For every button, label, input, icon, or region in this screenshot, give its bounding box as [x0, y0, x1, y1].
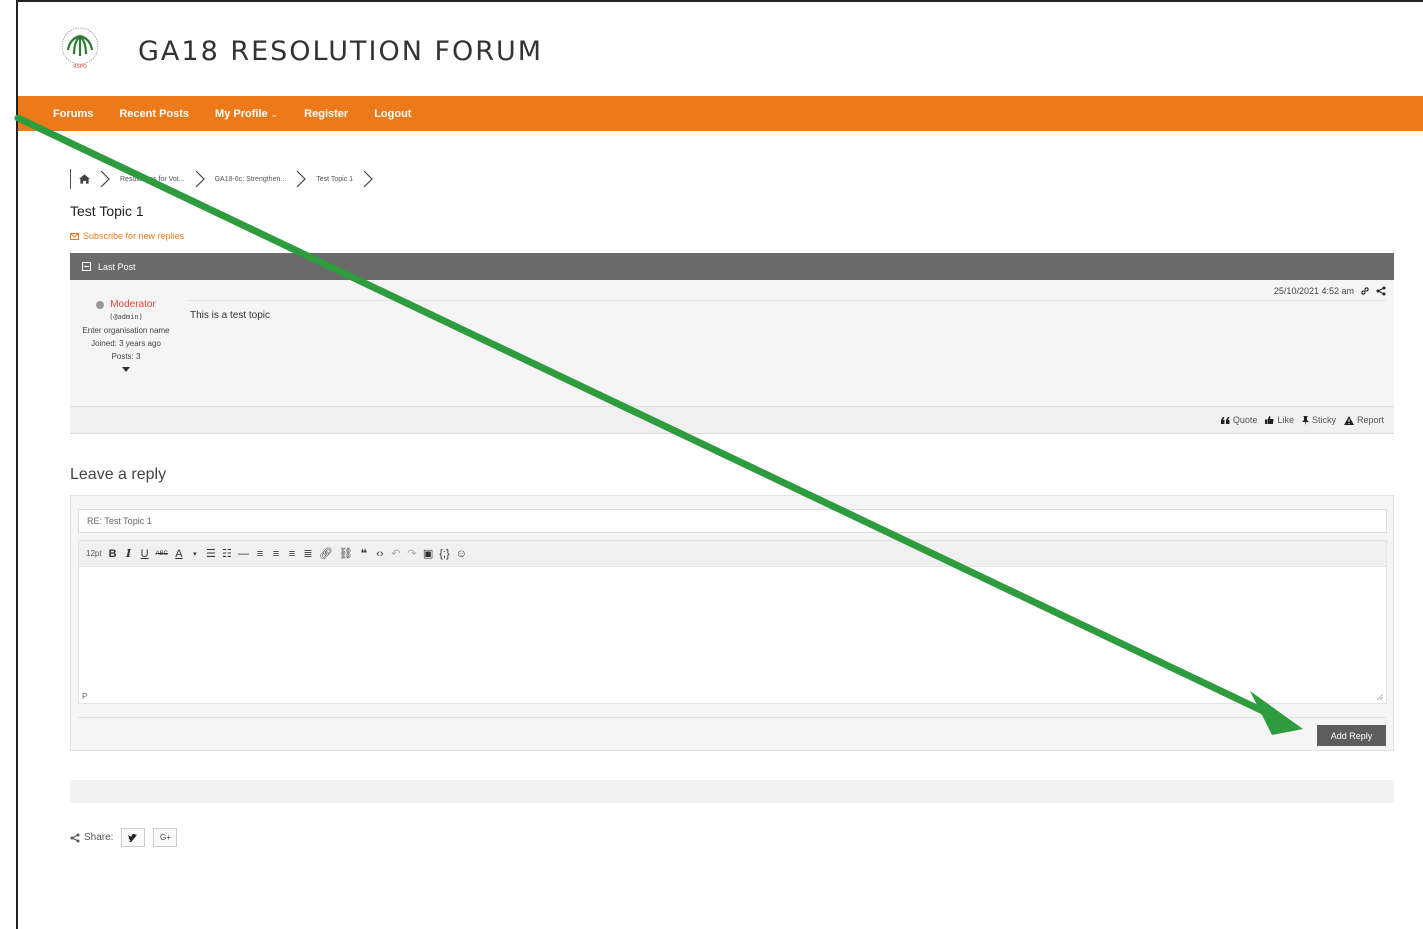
reply-subject-input[interactable]: [78, 509, 1387, 533]
paste-icon[interactable]: ▣: [423, 546, 433, 562]
author-handle: (@admin): [109, 313, 143, 321]
author-name[interactable]: Moderator: [70, 298, 182, 311]
emoji-icon[interactable]: ☺: [456, 546, 467, 562]
nav-item-logout[interactable]: Logout: [374, 108, 411, 120]
link-icon[interactable]: [1360, 286, 1370, 296]
rspo-palm-logo-icon[interactable]: RSPO: [60, 26, 100, 72]
align-center-icon[interactable]: ≡: [271, 546, 281, 562]
breadcrumb-item[interactable]: GA18-6c: Strengthen...: [215, 176, 287, 183]
site-header: RSPO GA18 RESOLUTION FORUM: [18, 2, 1423, 95]
reply-editor[interactable]: P: [78, 566, 1387, 704]
chevron-right-icon: [195, 170, 205, 188]
divider: [78, 717, 1386, 718]
author-org: Enter organisation name: [82, 326, 170, 335]
topic-title: Test Topic 1: [70, 203, 144, 219]
post-header: Last Post: [70, 253, 1394, 280]
footer-strip: [70, 780, 1394, 803]
editor-status: P: [82, 692, 88, 701]
undo-icon[interactable]: ↶: [391, 546, 401, 562]
report-button[interactable]: Report: [1343, 415, 1384, 425]
share-bar: Share: G+: [70, 828, 185, 847]
breadcrumb: Resolutions for Vot... GA18-6c: Strength…: [70, 169, 383, 189]
bold-icon[interactable]: B: [108, 546, 118, 562]
resize-grip-icon[interactable]: [1377, 694, 1383, 700]
unlink-icon[interactable]: ⛓︎: [339, 546, 353, 562]
nav-item-forums[interactable]: Forums: [53, 108, 93, 120]
home-icon[interactable]: [79, 174, 90, 184]
post-date: 25/10/2021 4:52 am: [1274, 286, 1386, 296]
post: 25/10/2021 4:52 am Moderator (@admin) En…: [70, 280, 1394, 406]
divider: [188, 300, 1386, 301]
post-actions: Quote Like Sticky Report: [70, 406, 1394, 434]
blockquote-icon[interactable]: ❝: [359, 546, 369, 562]
align-justify-icon[interactable]: ≣: [303, 546, 313, 562]
quote-button[interactable]: Quote: [1220, 415, 1257, 425]
link-icon[interactable]: 🔗︎: [319, 546, 333, 562]
chevron-down-icon[interactable]: ▾: [190, 546, 200, 562]
bullet-list-icon[interactable]: ☰: [206, 546, 216, 562]
code-icon[interactable]: ‹›: [375, 546, 385, 562]
twitter-share-button[interactable]: [121, 828, 146, 847]
status-dot: [96, 300, 105, 309]
chevron-right-icon: [296, 170, 307, 188]
subscribe-link[interactable]: Subscribe for new replies: [70, 231, 184, 241]
horizontal-rule-icon[interactable]: —: [238, 546, 249, 562]
collapse-icon[interactable]: [82, 262, 91, 271]
chevron-down-icon: ⌄: [270, 108, 279, 119]
breadcrumb-item[interactable]: Resolutions for Vot...: [120, 176, 185, 183]
envelope-icon: [70, 232, 79, 240]
sticky-button[interactable]: Sticky: [1301, 415, 1336, 425]
like-button[interactable]: Like: [1265, 415, 1294, 425]
chevron-right-icon: [100, 170, 110, 188]
warning-icon: [1343, 415, 1354, 425]
subscribe-label: Subscribe for new replies: [83, 231, 185, 241]
post-content: This is a test topic: [190, 310, 271, 321]
post-author: Moderator (@admin) Enter organisation na…: [70, 298, 182, 372]
share-icon: [70, 833, 80, 842]
thumbs-up-icon: [1265, 416, 1274, 424]
chevron-right-icon: [363, 170, 373, 188]
main-nav: Forums Recent Posts My Profile ⌄ Register…: [18, 96, 1423, 131]
breadcrumb-item[interactable]: Test Topic 1: [316, 176, 353, 183]
share-label: Share:: [84, 832, 114, 843]
author-posts: Posts: 3: [111, 352, 141, 361]
numbered-list-icon[interactable]: ☷: [222, 546, 232, 562]
nav-item-register[interactable]: Register: [304, 108, 348, 120]
quote-icon: [1220, 416, 1230, 424]
author-joined: Joined: 3 years ago: [91, 339, 161, 348]
reply-title: Leave a reply: [70, 466, 167, 483]
svg-text:RSPO: RSPO: [73, 64, 87, 70]
editor-toolbar: 12pt B I U ABC A ▾ ☰ ☷ — ≡ ≡ ≡ ≣ 🔗︎ ⛓︎ ❝…: [78, 540, 1387, 566]
underline-icon[interactable]: U: [140, 546, 150, 562]
text-color-icon[interactable]: A: [174, 546, 184, 562]
font-size-select[interactable]: 12pt: [86, 546, 102, 562]
google-plus-share-button[interactable]: G+: [153, 828, 178, 847]
browser-frame: RSPO GA18 RESOLUTION FORUM Forums Recent…: [16, 0, 1423, 929]
share-icon[interactable]: [1376, 286, 1386, 296]
code-sample-icon[interactable]: {;}: [439, 546, 449, 562]
pin-icon: [1301, 415, 1309, 425]
add-reply-button[interactable]: Add Reply: [1317, 725, 1386, 746]
google-plus-icon: G+: [160, 833, 171, 842]
strikethrough-icon[interactable]: ABC: [156, 546, 168, 562]
nav-item-recent-posts[interactable]: Recent Posts: [119, 108, 189, 120]
twitter-icon: [128, 833, 138, 842]
align-left-icon[interactable]: ≡: [255, 546, 265, 562]
align-right-icon[interactable]: ≡: [287, 546, 297, 562]
caret-down-icon[interactable]: [122, 367, 130, 372]
site-title[interactable]: GA18 RESOLUTION FORUM: [138, 36, 543, 67]
redo-icon[interactable]: ↷: [407, 546, 417, 562]
nav-item-my-profile[interactable]: My Profile ⌄: [215, 108, 278, 120]
post-date-label: 25/10/2021 4:52 am: [1273, 286, 1354, 296]
post-header-label: Last Post: [98, 261, 136, 272]
reply-form: 12pt B I U ABC A ▾ ☰ ☷ — ≡ ≡ ≡ ≣ 🔗︎ ⛓︎ ❝…: [70, 495, 1394, 751]
italic-icon[interactable]: I: [124, 546, 134, 562]
